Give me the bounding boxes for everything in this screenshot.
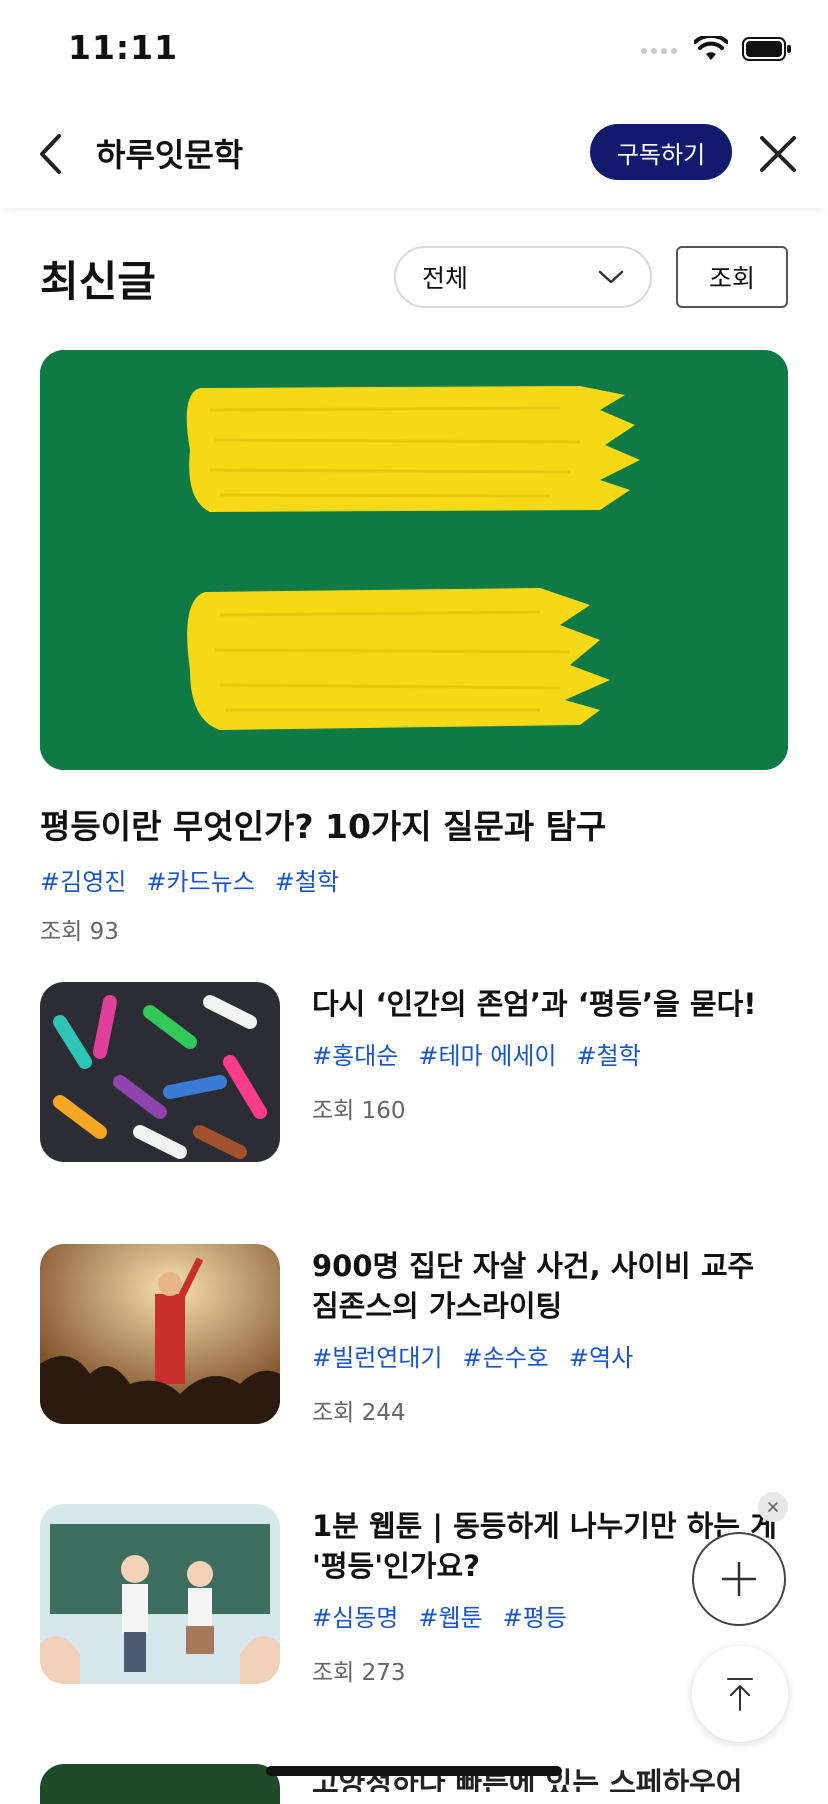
back-button[interactable] (26, 124, 74, 184)
fab-dismiss-button[interactable] (758, 1492, 788, 1522)
article-views: 조회 160 (312, 1098, 406, 1124)
next-article-title[interactable]: 고양정하다 빠른에 있는 스페하우어 (312, 1760, 792, 1792)
tag[interactable]: #손수호 (463, 1338, 549, 1373)
tag[interactable]: #웹툰 (418, 1598, 482, 1633)
close-icon (760, 136, 796, 172)
article-body: 다시 ‘인간의 존엄’과 ‘평등’을 묻다! #홍대순 #테마 에세이 #철학 … (312, 982, 790, 1125)
tag[interactable]: #홍대순 (312, 1036, 398, 1071)
page-title: 하루잇문학 (96, 136, 244, 174)
article-tags: #빌런연대기 #손수호 #역사 (312, 1338, 790, 1373)
article-thumbnail (40, 1244, 280, 1424)
close-button[interactable] (752, 128, 804, 180)
close-icon (768, 1502, 778, 1512)
status-icons (640, 36, 792, 62)
article-thumbnail (40, 982, 280, 1162)
featured-article-tags: #김영진 #카드뉴스 #철학 (40, 862, 339, 897)
article-body: 900명 집단 자살 사건, 사이비 교주 짐존스의 가스라이팅 #빌런연대기 … (312, 1244, 790, 1427)
tag[interactable]: #빌런연대기 (312, 1338, 443, 1373)
tag[interactable]: #평등 (503, 1598, 567, 1633)
status-time: 11:11 (68, 28, 179, 67)
tag[interactable]: #테마 에세이 (418, 1036, 556, 1071)
article-title[interactable]: 다시 ‘인간의 존엄’과 ‘평등’을 묻다! (312, 984, 790, 1024)
featured-article-title[interactable]: 평등이란 무엇인가? 10가지 질문과 탐구 (40, 800, 606, 848)
article-list-item[interactable]: 다시 ‘인간의 존엄’과 ‘평등’을 묻다! #홍대순 #테마 에세이 #철학 … (40, 982, 788, 1164)
category-filter-select[interactable]: 전체 (394, 246, 652, 308)
next-article-thumbnail[interactable] (40, 1764, 280, 1804)
status-bar: 11:11 (0, 0, 828, 100)
subscribe-button[interactable]: 구독하기 (590, 124, 732, 180)
section-title: 최신글 (40, 257, 156, 306)
plus-icon (721, 1561, 757, 1597)
battery-icon (742, 37, 791, 61)
filter-value: 전체 (422, 264, 469, 293)
article-list-item[interactable]: 1분 웹툰 | 동등하게 나누기만 하는 게 '평등'인가요? #심동명 #웹툰… (40, 1504, 788, 1686)
article-list-item[interactable]: 900명 집단 자살 사건, 사이비 교주 짐존스의 가스라이팅 #빌런연대기 … (40, 1244, 788, 1426)
article-title[interactable]: 900명 집단 자살 사건, 사이비 교주 짐존스의 가스라이팅 (312, 1246, 790, 1326)
article-tags: #홍대순 #테마 에세이 #철학 (312, 1036, 790, 1071)
featured-article-image[interactable] (40, 350, 788, 770)
article-views: 조회 244 (312, 1400, 406, 1426)
featured-article-views: 조회 93 (40, 919, 119, 945)
arrow-up-icon (727, 1678, 753, 1711)
chevron-down-icon (598, 270, 624, 284)
tag[interactable]: #김영진 (40, 862, 126, 897)
back-icon (40, 134, 61, 174)
article-thumbnail (40, 1504, 280, 1684)
tag[interactable]: #역사 (569, 1338, 633, 1373)
tag[interactable]: #카드뉴스 (146, 862, 254, 897)
wifi-icon (694, 36, 728, 60)
home-indicator (266, 1766, 562, 1776)
sort-views-button[interactable]: 조회 (676, 246, 788, 308)
signal-icon (641, 48, 677, 54)
tag[interactable]: #심동명 (312, 1598, 398, 1633)
top-nav-bar: 하루잇문학 구독하기 (0, 100, 828, 208)
tag[interactable]: #철학 (577, 1036, 641, 1071)
add-floating-button[interactable] (692, 1532, 786, 1626)
scroll-to-top-button[interactable] (692, 1646, 788, 1742)
tag[interactable]: #철학 (275, 862, 339, 897)
